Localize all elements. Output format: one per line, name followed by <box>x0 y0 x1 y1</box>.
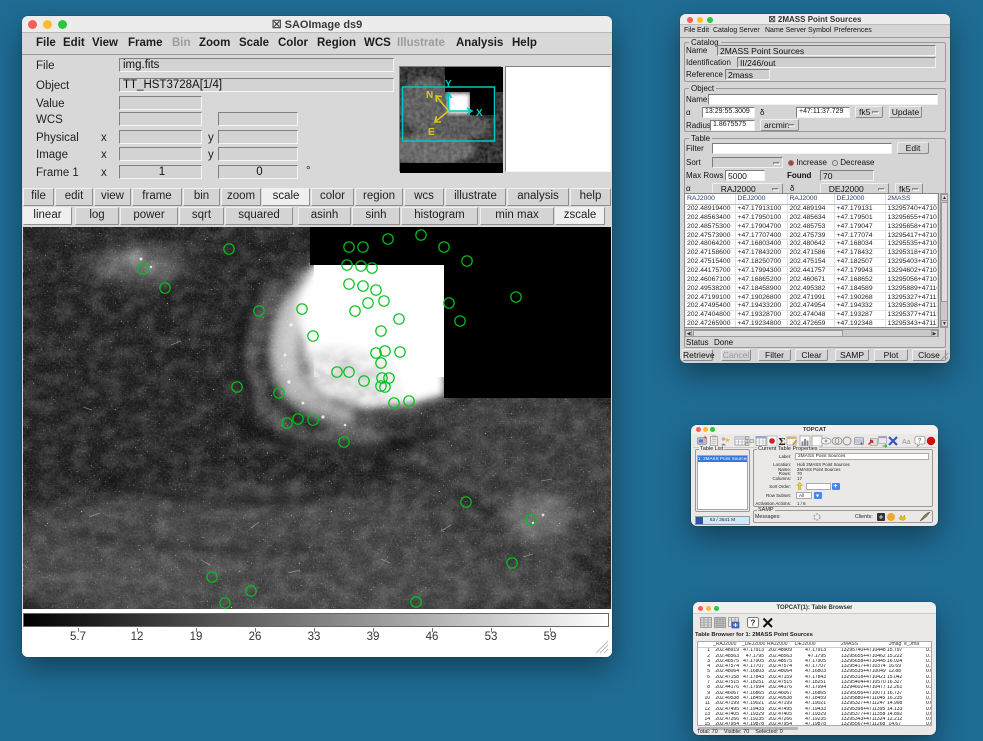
svg-text:?: ? <box>751 619 756 628</box>
svg-text:N: N <box>426 90 433 101</box>
svg-text:E: E <box>428 127 435 138</box>
svg-text:Y: Y <box>445 79 452 90</box>
svg-text:?: ? <box>918 438 922 445</box>
svg-text:Aa: Aa <box>902 439 911 446</box>
svg-text:X: X <box>476 108 483 119</box>
